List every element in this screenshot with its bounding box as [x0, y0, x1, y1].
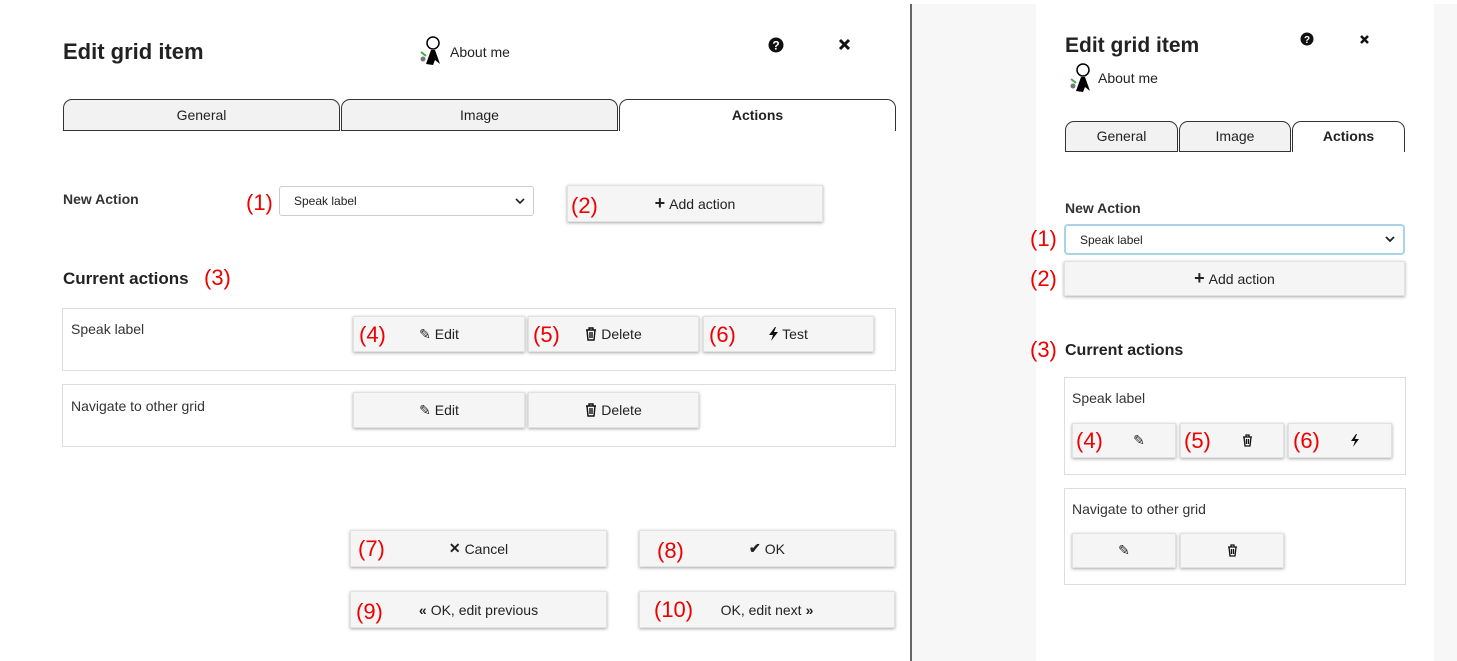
annotation-4: (4) — [359, 322, 386, 347]
edit-label: Edit — [434, 326, 459, 342]
close-icon[interactable] — [838, 38, 851, 51]
tab-general[interactable]: General — [63, 99, 340, 131]
action-name: Navigate to other grid — [1072, 501, 1206, 517]
dialog-title: Edit grid item — [1065, 34, 1200, 57]
dialog-title: Edit grid item — [63, 39, 204, 64]
edit-icon: ✎ — [419, 325, 431, 342]
plus-icon: + — [654, 193, 666, 213]
ok-prev-label: OK, edit previous — [430, 601, 539, 618]
add-action-button[interactable]: + Add action — [567, 185, 823, 222]
person-icon — [1068, 63, 1094, 93]
cancel-button[interactable]: ✕ Cancel — [350, 530, 607, 567]
annotation-10: (10) — [654, 597, 694, 622]
delete-button[interactable]: Delete — [528, 392, 699, 428]
annotation-5: (5) — [533, 322, 560, 347]
cancel-label: Cancel — [464, 540, 509, 557]
action-type-select[interactable]: Speak label — [279, 186, 534, 216]
action-name: Speak label — [71, 321, 145, 337]
tab-general[interactable]: General — [1065, 121, 1178, 152]
edit-label: Edit — [434, 402, 459, 418]
delete-label: Delete — [601, 326, 642, 342]
current-actions-heading: Current actions — [1065, 342, 1184, 359]
add-action-label: Add action — [1208, 270, 1275, 287]
trash-icon — [585, 327, 597, 341]
annotation-2: (2) — [1030, 266, 1057, 291]
side-background — [912, 4, 1036, 661]
action-type-select[interactable]: Speak label — [1064, 224, 1405, 255]
check-icon: ✔ — [749, 540, 761, 556]
current-actions-heading: Current actions — [63, 269, 189, 288]
svg-text:?: ? — [772, 39, 779, 53]
new-action-label: New Action — [63, 191, 139, 207]
close-icon[interactable] — [1359, 34, 1370, 45]
select-value: Speak label — [294, 194, 357, 208]
ok-edit-previous-button[interactable]: «OK, edit previous — [350, 591, 607, 628]
plus-icon: + — [1194, 268, 1205, 288]
svg-text:?: ? — [1304, 35, 1310, 46]
new-action-label: New Action — [1065, 200, 1141, 216]
action-name: Speak label — [1072, 390, 1146, 406]
tab-actions[interactable]: Actions — [619, 99, 896, 131]
bolt-icon — [1351, 434, 1359, 447]
select-value: Speak label — [1080, 232, 1143, 247]
annotation-3: (3) — [1030, 337, 1057, 362]
delete-label: Delete — [601, 402, 642, 418]
chevron-down-icon — [1385, 236, 1395, 243]
tab-actions[interactable]: Actions — [1292, 121, 1405, 152]
trash-icon — [1227, 544, 1238, 557]
ok-label: OK — [764, 540, 785, 557]
person-icon — [418, 36, 444, 66]
annotation-4: (4) — [1076, 428, 1103, 453]
edit-button[interactable]: ✎ Edit — [353, 392, 525, 428]
tab-image[interactable]: Image — [1179, 121, 1291, 152]
item-label: About me — [1098, 70, 1158, 86]
annotation-3: (3) — [204, 265, 231, 290]
edit-icon: ✎ — [1118, 542, 1130, 558]
annotation-8: (8) — [657, 538, 684, 563]
annotation-2: (2) — [571, 193, 598, 218]
add-action-label: Add action — [669, 195, 736, 212]
item-label: About me — [450, 44, 510, 60]
annotation-5: (5) — [1184, 428, 1211, 453]
edit-button[interactable]: ✎ — [1072, 533, 1176, 568]
help-icon[interactable]: ? — [768, 37, 784, 53]
edit-icon: ✎ — [1133, 432, 1145, 448]
close-icon: ✕ — [448, 540, 461, 556]
delete-button[interactable] — [1180, 533, 1284, 568]
double-chevron-right-icon: » — [805, 601, 814, 618]
trash-icon — [585, 403, 597, 417]
chevron-down-icon — [515, 197, 525, 205]
bolt-icon — [769, 327, 779, 341]
annotation-6: (6) — [709, 322, 736, 347]
double-chevron-left-icon: « — [418, 601, 427, 618]
trash-icon — [1242, 434, 1253, 447]
ok-next-label: OK, edit next — [720, 601, 802, 618]
annotation-6: (6) — [1293, 428, 1320, 453]
annotation-7: (7) — [358, 536, 385, 561]
annotation-1: (1) — [246, 190, 273, 215]
action-name: Navigate to other grid — [71, 398, 205, 414]
help-icon[interactable]: ? — [1300, 32, 1314, 46]
add-action-button[interactable]: + Add action — [1064, 261, 1405, 296]
test-label: Test — [782, 326, 808, 342]
annotation-9: (9) — [356, 599, 383, 624]
edit-icon: ✎ — [419, 401, 431, 418]
tab-image[interactable]: Image — [341, 99, 618, 131]
annotation-1: (1) — [1030, 226, 1057, 251]
side-background-right — [1434, 4, 1457, 661]
